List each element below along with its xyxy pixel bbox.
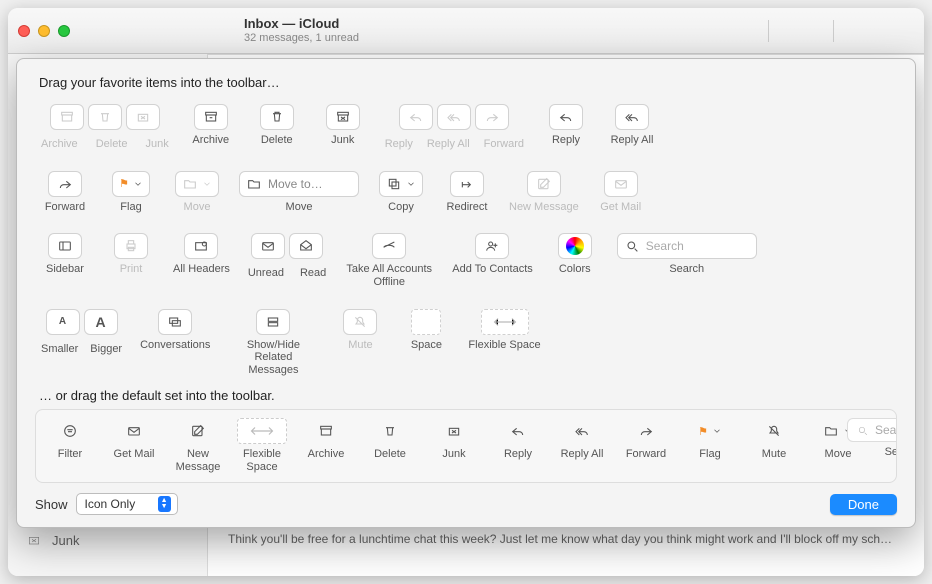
palette-take-offline[interactable]: Take All Accounts Offline (344, 233, 434, 288)
palette-move-dim[interactable]: Move (173, 171, 221, 214)
palette-new-message-dim[interactable]: New Message (509, 171, 579, 214)
toolbar-separator (768, 20, 769, 42)
palette-sidebar[interactable]: Sidebar (41, 233, 89, 288)
palette-all-headers[interactable]: All Headers (173, 233, 230, 288)
traffic-lights (18, 25, 70, 37)
sidebar-item-label: Junk (52, 533, 79, 548)
minimize-window-button[interactable] (38, 25, 50, 37)
forward-icon[interactable] (475, 104, 509, 130)
palette-copy[interactable]: Copy (377, 171, 425, 214)
palette-archive[interactable]: Archive (187, 104, 235, 151)
bigger-icon[interactable]: A (84, 309, 118, 335)
palette-archive-group-dim: Archive Delete Junk (41, 104, 169, 151)
window-title: Inbox — iCloud (244, 17, 359, 32)
default-toolbar-set[interactable]: Filter Get Mail New Message Flexible Spa… (35, 409, 897, 482)
default-delete: Delete (366, 418, 414, 461)
palette-reply-group-dim: Reply Reply All Forward (385, 104, 524, 151)
palette-get-mail-dim[interactable]: Get Mail (597, 171, 645, 214)
palette-reply-all[interactable]: Reply All (608, 104, 656, 151)
toolbar-items-palette: Archive Delete Junk Archive Delete Junk … (35, 100, 897, 380)
read-icon[interactable] (289, 233, 323, 259)
palette-forward[interactable]: Forward (41, 171, 89, 214)
default-filter: Filter (46, 418, 94, 461)
palette-redirect[interactable]: Redirect (443, 171, 491, 214)
palette-colors[interactable]: Colors (551, 233, 599, 288)
fullscreen-window-button[interactable] (58, 25, 70, 37)
default-reply: Reply (494, 418, 542, 461)
mail-main-window: Inbox — iCloud 32 messages, 1 unread Sen… (8, 8, 924, 576)
default-forward: Forward (622, 418, 670, 461)
palette-show-hide-related[interactable]: Show/Hide Related Messages (228, 309, 318, 377)
space-icon (411, 309, 441, 335)
reply-all-icon[interactable] (437, 104, 471, 130)
default-reply-all: Reply All (558, 418, 606, 461)
palette-move-to[interactable]: Move to…Move (239, 171, 359, 214)
palette-delete[interactable]: Delete (253, 104, 301, 151)
close-window-button[interactable] (18, 25, 30, 37)
trash-icon[interactable] (88, 104, 122, 130)
sheet-footer: Show Icon Only ▲▼ Done (35, 483, 897, 515)
palette-flexible-space[interactable]: Flexible Space (468, 309, 540, 377)
default-junk: Junk (430, 418, 478, 461)
unread-icon[interactable] (251, 233, 285, 259)
sidebar-item-junk[interactable]: Junk (8, 528, 207, 552)
archive-icon[interactable] (50, 104, 84, 130)
toolbar-separator (833, 20, 834, 42)
palette-conversations[interactable]: Conversations (140, 309, 210, 377)
chevron-updown-icon: ▲▼ (158, 496, 171, 512)
show-label: Show (35, 497, 68, 512)
palette-print-dim[interactable]: Print (107, 233, 155, 288)
preview-body: Think you'll be free for a lunchtime cha… (228, 532, 904, 546)
palette-unread-read: Unread Read (248, 233, 326, 288)
palette-add-contacts[interactable]: Add To Contacts (452, 233, 533, 288)
main-toolbar (752, 20, 914, 42)
palette-search[interactable]: SearchSearch (617, 233, 757, 288)
default-mute: Mute (750, 418, 798, 461)
flexible-space-icon (481, 309, 529, 335)
palette-junk[interactable]: Junk (319, 104, 367, 151)
titlebar: Inbox — iCloud 32 messages, 1 unread (8, 8, 924, 54)
default-flag: ⚑Flag (686, 418, 734, 461)
default-archive: Archive (302, 418, 350, 461)
default-flexible-space: Flexible Space (238, 418, 286, 473)
smaller-icon[interactable]: A (46, 309, 80, 335)
default-search: SearchSearch (878, 418, 897, 459)
default-get-mail: Get Mail (110, 418, 158, 461)
default-new-message: New Message (174, 418, 222, 473)
sheet-instruction: Drag your favorite items into the toolba… (39, 75, 897, 90)
done-button[interactable]: Done (830, 494, 897, 515)
colors-icon (566, 237, 584, 255)
sheet-instruction-default: … or drag the default set into the toolb… (39, 388, 897, 403)
reply-icon[interactable] (399, 104, 433, 130)
junk-icon[interactable] (126, 104, 160, 130)
palette-reply[interactable]: Reply (542, 104, 590, 151)
window-subtitle: 32 messages, 1 unread (244, 32, 359, 45)
customize-toolbar-sheet: Drag your favorite items into the toolba… (16, 58, 916, 528)
palette-mute-dim[interactable]: Mute (336, 309, 384, 377)
palette-smaller-bigger: A A Smaller Bigger (41, 309, 122, 377)
palette-space[interactable]: Space (402, 309, 450, 377)
title-stack: Inbox — iCloud 32 messages, 1 unread (244, 17, 359, 45)
palette-flag[interactable]: ⚑Flag (107, 171, 155, 214)
show-mode-select[interactable]: Icon Only ▲▼ (76, 493, 178, 515)
